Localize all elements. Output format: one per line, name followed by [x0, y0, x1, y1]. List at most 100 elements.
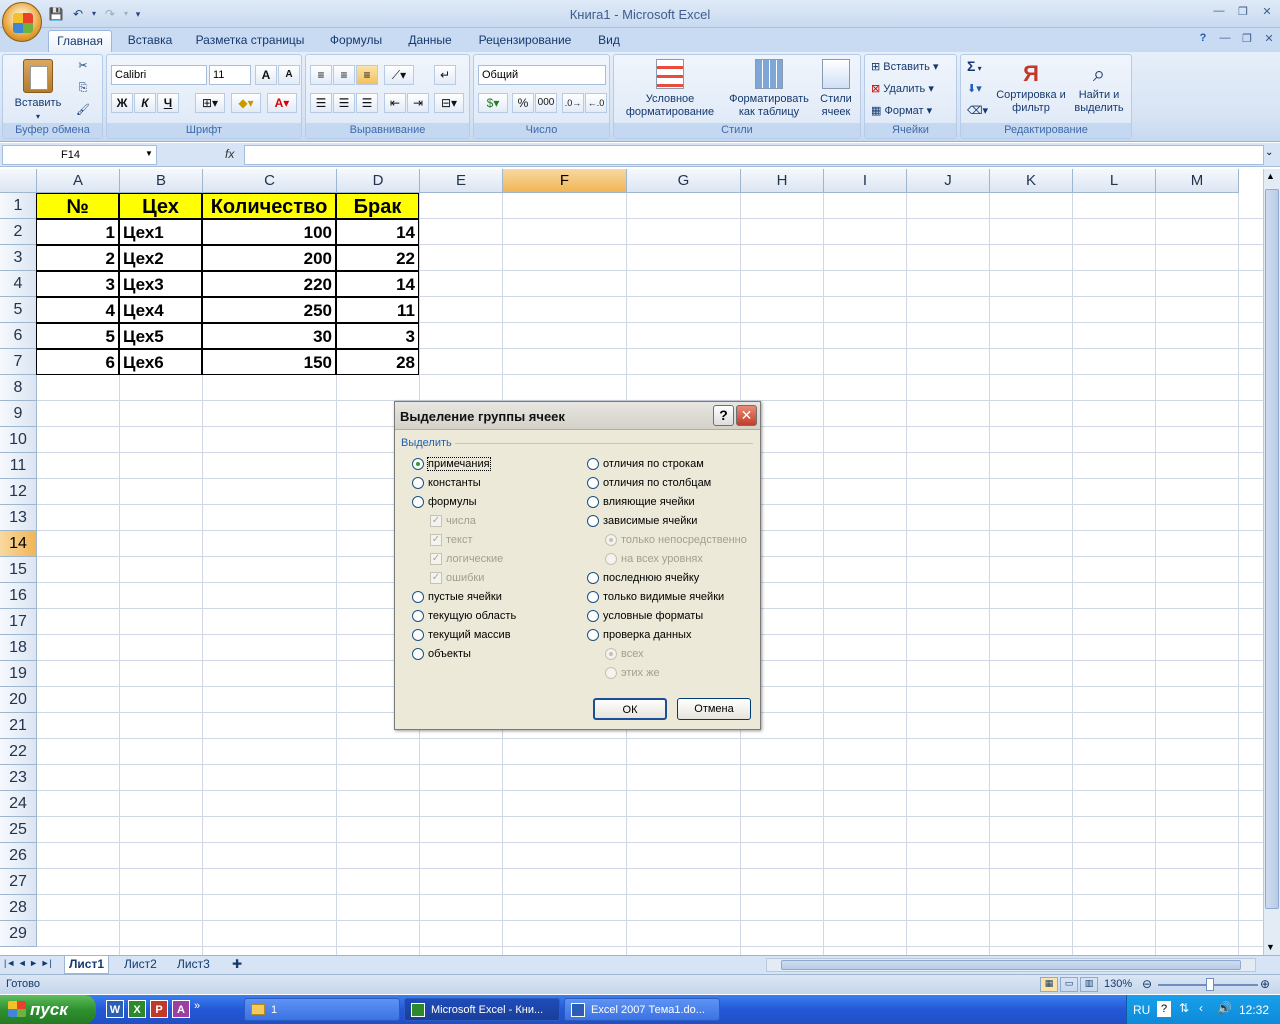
- copy-icon[interactable]: ⎘: [73, 82, 93, 95]
- orientation-icon[interactable]: ⟋▾: [384, 65, 414, 85]
- more-quick-launch-icon[interactable]: »: [194, 1000, 200, 1018]
- decrease-indent-icon[interactable]: ⇤: [384, 93, 406, 113]
- powerpoint-icon[interactable]: P: [150, 1000, 168, 1018]
- option-right-6[interactable]: последнюю ячейку: [587, 571, 699, 585]
- restore-icon[interactable]: ❐: [1232, 5, 1254, 21]
- cell-c6[interactable]: 30: [202, 323, 336, 349]
- tab-insert[interactable]: Вставка: [122, 30, 178, 52]
- zoom-in-icon[interactable]: ⊕: [1260, 977, 1270, 991]
- fill-icon[interactable]: ⬇▾: [967, 83, 982, 96]
- option-right-2[interactable]: влияющие ячейки: [587, 495, 695, 509]
- dialog-help-button[interactable]: ?: [713, 405, 734, 426]
- row-header-19[interactable]: 19: [0, 661, 37, 687]
- sheet-tab-3[interactable]: Лист3: [173, 956, 214, 974]
- row-header-29[interactable]: 29: [0, 921, 37, 947]
- help-icon[interactable]: ?: [1192, 32, 1214, 48]
- radio-icon[interactable]: [412, 648, 424, 660]
- volume-icon[interactable]: 🔊: [1217, 1001, 1232, 1015]
- cell-b2[interactable]: Цех1: [119, 219, 202, 245]
- word-icon[interactable]: W: [106, 1000, 124, 1018]
- option-left-2[interactable]: формулы: [412, 495, 477, 509]
- cell-d2[interactable]: 14: [336, 219, 419, 245]
- select-all-corner[interactable]: [0, 169, 37, 193]
- tab-review[interactable]: Рецензирование: [470, 30, 580, 52]
- decrease-decimal-icon[interactable]: ←.0: [585, 93, 607, 113]
- currency-icon[interactable]: $▾: [478, 93, 508, 113]
- option-right-8[interactable]: условные форматы: [587, 609, 703, 623]
- row-header-3[interactable]: 3: [0, 245, 37, 271]
- column-header-b[interactable]: B: [120, 169, 203, 193]
- radio-icon[interactable]: [412, 458, 424, 470]
- network-icon[interactable]: ⇅: [1179, 1001, 1189, 1015]
- customize-qat-icon[interactable]: ▾: [132, 5, 144, 23]
- radio-icon[interactable]: [587, 610, 599, 622]
- delete-cells-button[interactable]: ⊠ Удалить ▾: [871, 83, 934, 96]
- option-left-1[interactable]: константы: [412, 476, 481, 490]
- column-header-l[interactable]: L: [1073, 169, 1156, 193]
- comma-button[interactable]: 000: [535, 93, 557, 113]
- cell-a5[interactable]: 4: [36, 297, 119, 323]
- row-header-5[interactable]: 5: [0, 297, 37, 323]
- redo-dropdown-icon[interactable]: ▾: [122, 5, 130, 23]
- increase-decimal-icon[interactable]: .0→: [562, 93, 584, 113]
- taskbar-excel[interactable]: Microsoft Excel - Кни...: [404, 998, 560, 1021]
- sheet-tab-2[interactable]: Лист2: [120, 956, 161, 974]
- cell-d4[interactable]: 14: [336, 271, 419, 297]
- option-left-9[interactable]: текущий массив: [412, 628, 511, 642]
- borders-icon[interactable]: ⊞▾: [195, 93, 225, 113]
- cell-c7[interactable]: 150: [202, 349, 336, 375]
- excel-icon[interactable]: X: [128, 1000, 146, 1018]
- access-icon[interactable]: A: [172, 1000, 190, 1018]
- help-tray-icon[interactable]: ?: [1157, 1001, 1171, 1017]
- sheet-tab-1[interactable]: Лист1: [64, 956, 110, 974]
- wb-minimize-icon[interactable]: —: [1214, 32, 1236, 48]
- redo-icon[interactable]: ↷: [100, 5, 120, 23]
- clear-icon[interactable]: ⌫▾: [967, 105, 988, 118]
- tab-view[interactable]: Вид: [590, 30, 628, 52]
- row-header-24[interactable]: 24: [0, 791, 37, 817]
- number-format-box[interactable]: Общий: [478, 65, 606, 85]
- page-break-view-icon[interactable]: ▥: [1080, 977, 1098, 992]
- row-header-11[interactable]: 11: [0, 453, 37, 479]
- wb-close-icon[interactable]: ✕: [1258, 32, 1280, 48]
- find-select-button[interactable]: ⌕ Найти и выделить: [1069, 59, 1129, 115]
- align-center-icon[interactable]: ☰: [333, 93, 355, 113]
- row-header-2[interactable]: 2: [0, 219, 37, 245]
- tab-data[interactable]: Данные: [400, 30, 460, 52]
- column-header-d[interactable]: D: [337, 169, 420, 193]
- cell-b7[interactable]: Цех6: [119, 349, 202, 375]
- cell-a2[interactable]: 1: [36, 219, 119, 245]
- column-header-j[interactable]: J: [907, 169, 990, 193]
- row-header-13[interactable]: 13: [0, 505, 37, 531]
- option-left-7[interactable]: пустые ячейки: [412, 590, 502, 604]
- row-header-20[interactable]: 20: [0, 687, 37, 713]
- cell-b6[interactable]: Цех5: [119, 323, 202, 349]
- percent-button[interactable]: %: [512, 93, 534, 113]
- cancel-button[interactable]: Отмена: [677, 698, 751, 720]
- cell-d3[interactable]: 22: [336, 245, 419, 271]
- cell-a3[interactable]: 2: [36, 245, 119, 271]
- wb-restore-icon[interactable]: ❐: [1236, 32, 1258, 48]
- radio-icon[interactable]: [587, 496, 599, 508]
- dialog-title-bar[interactable]: Выделение группы ячеек ? ✕: [395, 402, 760, 430]
- cell-b3[interactable]: Цех2: [119, 245, 202, 271]
- align-top-icon[interactable]: ≡: [310, 65, 332, 85]
- option-left-8[interactable]: текущую область: [412, 609, 516, 623]
- tab-home[interactable]: Главная: [48, 30, 112, 52]
- zoom-level[interactable]: 130%: [1104, 978, 1132, 990]
- cell-b1[interactable]: Цех: [119, 193, 202, 219]
- cell-c3[interactable]: 200: [202, 245, 336, 271]
- radio-icon[interactable]: [587, 477, 599, 489]
- font-name-box[interactable]: Calibri: [111, 65, 207, 85]
- insert-sheet-icon[interactable]: ✚: [228, 956, 246, 974]
- font-color-icon[interactable]: A▾: [267, 93, 297, 113]
- cell-d6[interactable]: 3: [336, 323, 419, 349]
- close-icon[interactable]: ✕: [1256, 5, 1278, 21]
- row-header-7[interactable]: 7: [0, 349, 37, 375]
- ok-button[interactable]: ОК: [593, 698, 667, 720]
- row-header-28[interactable]: 28: [0, 895, 37, 921]
- row-header-9[interactable]: 9: [0, 401, 37, 427]
- vertical-scroll-thumb[interactable]: [1265, 189, 1279, 909]
- radio-icon[interactable]: [587, 458, 599, 470]
- option-right-1[interactable]: отличия по столбцам: [587, 476, 711, 490]
